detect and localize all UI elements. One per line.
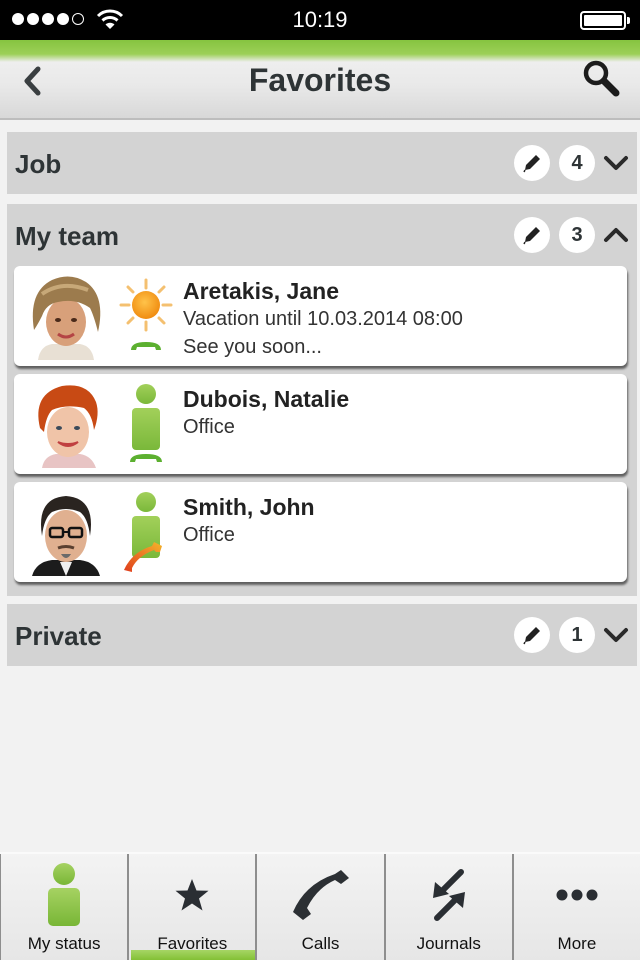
contact-status: Vacation until 10.03.2014 08:00	[183, 308, 463, 330]
tab-label: My status	[27, 934, 101, 953]
tab-more[interactable]: More	[511, 854, 640, 960]
pencil-icon	[523, 155, 540, 173]
contact-status: Office	[183, 524, 235, 546]
avatar	[32, 276, 101, 360]
battery-icon	[580, 11, 630, 30]
page-title: Favorites	[248, 62, 392, 98]
expand-group-button[interactable]	[603, 150, 629, 176]
contact-name: Dubois, Natalie	[183, 386, 350, 412]
journal-arrows-icon	[432, 869, 465, 921]
group-title: Job	[15, 149, 62, 179]
favorites-screen: 10:19 Favorites Job 4 My team 3 Aretakis…	[0, 0, 640, 960]
tab-label: Calls	[301, 934, 340, 953]
group-header[interactable]: My team 3	[7, 204, 637, 266]
group-count-badge: 3	[559, 217, 595, 253]
tab-my-status[interactable]: My status	[0, 854, 128, 960]
group-my-team: My team 3 Aretakis, Jane Vacation until …	[7, 204, 637, 596]
person-on-call-icon	[124, 492, 162, 572]
edit-group-button[interactable]	[514, 217, 550, 253]
pencil-icon	[523, 627, 540, 645]
chevron-down-icon	[604, 628, 628, 642]
contact-card[interactable]: Smith, John Office	[14, 482, 627, 582]
group-header[interactable]: Private 1	[7, 604, 637, 666]
edit-group-button[interactable]	[514, 617, 550, 653]
nav-header: Favorites	[0, 40, 640, 120]
tab-journals[interactable]: Journals	[383, 854, 512, 960]
person-icon	[48, 863, 81, 926]
person-available-icon	[130, 384, 162, 462]
status-time: 10:19	[292, 7, 348, 32]
search-button[interactable]	[580, 58, 624, 98]
tab-label: Journals	[416, 934, 481, 953]
more-dots-icon	[556, 889, 598, 901]
star-icon	[175, 879, 209, 911]
phone-icon	[292, 870, 349, 920]
contact-name: Smith, John	[183, 494, 315, 520]
pencil-icon	[523, 227, 540, 245]
contact-note: See you soon...	[183, 336, 322, 358]
status-bar: 10:19	[0, 0, 640, 40]
contact-card[interactable]: Aretakis, Jane Vacation until 10.03.2014…	[14, 266, 627, 366]
chevron-up-icon	[604, 228, 628, 242]
avatar	[32, 496, 100, 576]
sun-vacation-icon	[119, 278, 173, 350]
contact-card[interactable]: Dubois, Natalie Office	[14, 374, 627, 474]
tab-label: More	[557, 934, 597, 953]
group-private: Private 1	[7, 604, 637, 666]
expand-group-button[interactable]	[603, 622, 629, 648]
avatar	[38, 385, 98, 468]
group-count-badge: 1	[559, 617, 595, 653]
collapse-group-button[interactable]	[603, 222, 629, 248]
tab-bar: My status Favorites Calls Journals More	[0, 852, 640, 960]
contact-status: Office	[183, 416, 235, 438]
group-title: Private	[15, 621, 102, 651]
group-title: My team	[15, 221, 120, 251]
group-header[interactable]: Job 4	[7, 132, 637, 194]
tab-favorites[interactable]: Favorites	[127, 854, 256, 960]
tab-calls[interactable]: Calls	[255, 854, 384, 960]
edit-group-button[interactable]	[514, 145, 550, 181]
group-count-badge: 4	[559, 145, 595, 181]
group-job: Job 4	[7, 132, 637, 194]
contact-name: Aretakis, Jane	[183, 278, 339, 304]
search-icon	[583, 60, 620, 97]
chevron-down-icon	[604, 156, 628, 170]
tab-label: Favorites	[157, 934, 228, 953]
